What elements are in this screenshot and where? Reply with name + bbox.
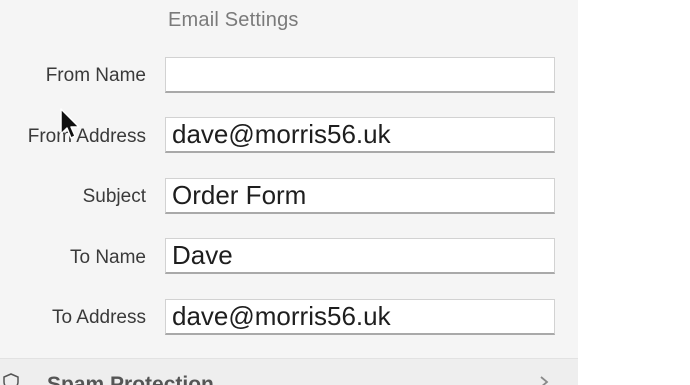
shield-icon <box>2 373 20 385</box>
subject-label: Subject <box>82 186 146 207</box>
to-address-label: To Address <box>52 307 146 328</box>
section-title: Email Settings <box>168 9 299 31</box>
from-address-field[interactable] <box>165 117 555 153</box>
to-address-field[interactable] <box>165 299 555 335</box>
spam-protection-label: Spam Protection <box>47 373 214 385</box>
subject-field[interactable] <box>165 178 555 214</box>
from-name-label: From Name <box>45 65 146 86</box>
to-name-label: To Name <box>69 247 146 268</box>
email-settings-panel: Email Settings From Name From Address Su… <box>0 0 578 358</box>
spam-protection-row[interactable]: Spam Protection <box>0 358 578 385</box>
to-name-field[interactable] <box>165 238 555 274</box>
from-address-label: From Address <box>27 126 146 147</box>
from-name-field[interactable] <box>165 57 555 93</box>
